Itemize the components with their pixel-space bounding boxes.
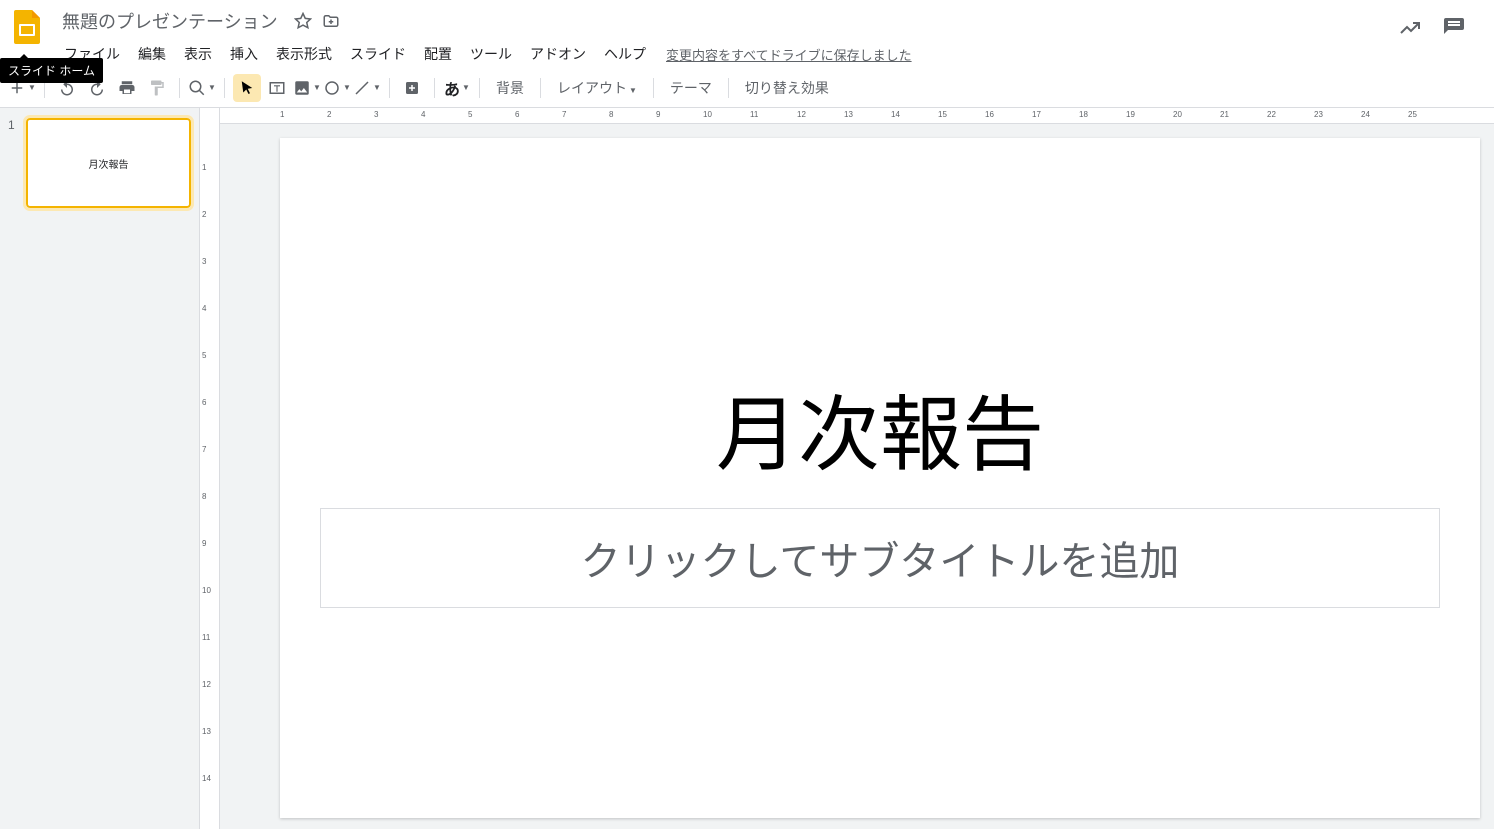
transition-button[interactable]: 切り替え効果: [737, 78, 837, 98]
save-status[interactable]: 変更内容をすべてドライブに保存しました: [666, 45, 912, 64]
slide-title-text[interactable]: 月次報告: [280, 368, 1480, 487]
menu-help[interactable]: ヘルプ: [596, 40, 654, 68]
background-button[interactable]: 背景: [488, 78, 532, 98]
logo-tooltip: スライド ホーム: [0, 58, 103, 83]
comment-icon[interactable]: [1442, 16, 1466, 40]
star-icon[interactable]: [294, 12, 312, 30]
menubar: ファイル 編集 表示 挿入 表示形式 スライド 配置 ツール アドオン ヘルプ …: [56, 40, 1398, 68]
layout-button[interactable]: レイアウト▼: [549, 78, 645, 98]
textbox-tool[interactable]: [263, 74, 291, 102]
thumbnail-title: 月次報告: [89, 156, 129, 171]
menu-edit[interactable]: 編集: [130, 40, 174, 68]
comment-tool[interactable]: [398, 74, 426, 102]
zoom-button[interactable]: ▼: [188, 74, 216, 102]
canvas-area: 1234567891011121314 12345678910111213141…: [200, 108, 1494, 829]
document-title[interactable]: 無題のプレゼンテーション: [56, 6, 284, 36]
toolbar: ▼ ▼ ▼ ▼ ▼ あ ▼ 背景 レイアウ: [0, 68, 1494, 108]
input-tool-label: あ: [444, 76, 460, 100]
select-tool[interactable]: [233, 74, 261, 102]
menu-format[interactable]: 表示形式: [268, 40, 340, 68]
print-button[interactable]: [113, 74, 141, 102]
horizontal-ruler: 1234567891011121314151617181920212223242…: [220, 108, 1494, 124]
slide-subtitle-placeholder[interactable]: クリックしてサブタイトルを追加: [320, 508, 1440, 608]
menu-insert[interactable]: 挿入: [222, 40, 266, 68]
menu-arrange[interactable]: 配置: [416, 40, 460, 68]
slide-canvas[interactable]: 月次報告 クリックしてサブタイトルを追加: [280, 138, 1480, 818]
input-tool[interactable]: あ ▼: [443, 74, 471, 102]
menu-view[interactable]: 表示: [176, 40, 220, 68]
menu-slide[interactable]: スライド: [342, 40, 414, 68]
image-tool[interactable]: ▼: [293, 74, 321, 102]
menu-addons[interactable]: アドオン: [522, 40, 594, 68]
line-tool[interactable]: ▼: [353, 74, 381, 102]
slide-panel: 1 月次報告: [0, 108, 200, 829]
vertical-ruler: 1234567891011121314: [200, 108, 220, 829]
theme-button[interactable]: テーマ: [662, 78, 720, 98]
trending-icon[interactable]: [1398, 16, 1422, 40]
menu-tools[interactable]: ツール: [462, 40, 520, 68]
paint-format-button[interactable]: [143, 74, 171, 102]
move-icon[interactable]: [322, 12, 340, 30]
slide-number: 1: [8, 118, 20, 208]
slides-logo[interactable]: [8, 6, 48, 46]
slide-thumbnail[interactable]: 月次報告: [26, 118, 191, 208]
shape-tool[interactable]: ▼: [323, 74, 351, 102]
